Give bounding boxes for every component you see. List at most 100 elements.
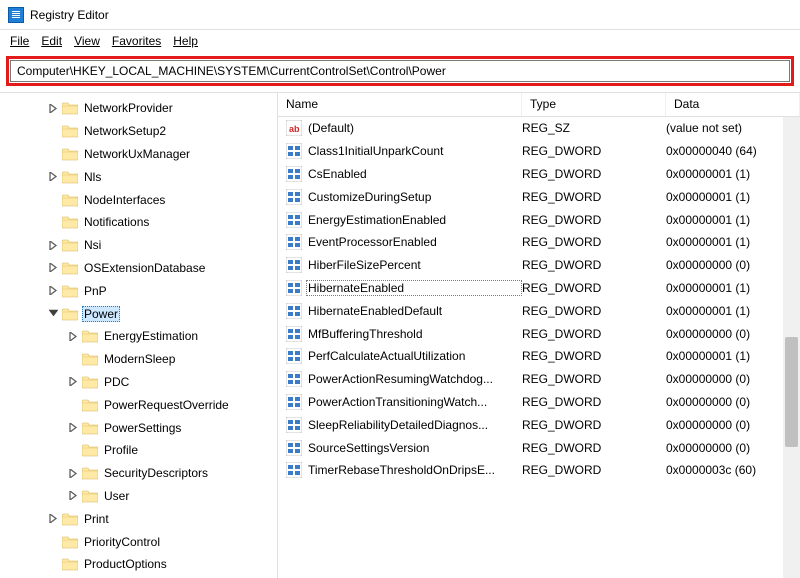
value-type: REG_DWORD: [522, 304, 666, 318]
chevron-right-icon[interactable]: [66, 332, 80, 341]
chevron-right-icon[interactable]: [46, 286, 60, 295]
tree-item[interactable]: NetworkUxManager: [0, 143, 277, 166]
tree-item[interactable]: EnergyEstimation: [0, 325, 277, 348]
folder-icon: [62, 307, 78, 321]
folder-icon: [82, 329, 98, 343]
value-row[interactable]: (Default)REG_SZ(value not set): [278, 117, 800, 140]
value-type: REG_DWORD: [522, 281, 666, 295]
chevron-down-icon[interactable]: [46, 309, 60, 318]
dword-value-icon: [286, 166, 302, 182]
value-name: PowerActionTransitioningWatch...: [306, 394, 522, 410]
chevron-right-icon[interactable]: [46, 172, 60, 181]
chevron-right-icon[interactable]: [66, 377, 80, 386]
value-row[interactable]: HiberFileSizePercentREG_DWORD0x00000000 …: [278, 254, 800, 277]
column-header-data[interactable]: Data: [666, 93, 800, 116]
value-type: REG_DWORD: [522, 395, 666, 409]
folder-icon: [62, 101, 78, 115]
tree-item[interactable]: SecurityDescriptors: [0, 462, 277, 485]
menu-favorites[interactable]: Favorites: [106, 32, 167, 50]
value-row[interactable]: CustomizeDuringSetupREG_DWORD0x00000001 …: [278, 185, 800, 208]
tree-item[interactable]: Notifications: [0, 211, 277, 234]
value-row[interactable]: HibernateEnabledDefaultREG_DWORD0x000000…: [278, 299, 800, 322]
folder-icon: [82, 443, 98, 457]
chevron-right-icon[interactable]: [46, 104, 60, 113]
chevron-right-icon[interactable]: [46, 514, 60, 523]
folder-icon: [82, 421, 98, 435]
chevron-right-icon[interactable]: [46, 263, 60, 272]
dword-value-icon: [286, 462, 302, 478]
value-list[interactable]: Name Type Data (Default)REG_SZ(value not…: [278, 93, 800, 578]
value-row[interactable]: MfBufferingThresholdREG_DWORD0x00000000 …: [278, 322, 800, 345]
tree-scrollbar[interactable]: [783, 117, 800, 578]
dword-value-icon: [286, 143, 302, 159]
value-name: SourceSettingsVersion: [306, 440, 522, 456]
tree-item[interactable]: PDC: [0, 371, 277, 394]
value-data: 0x00000000 (0): [666, 395, 750, 409]
tree-item[interactable]: PriorityControl: [0, 530, 277, 553]
tree-item[interactable]: NetworkSetup2: [0, 120, 277, 143]
folder-icon: [62, 535, 78, 549]
value-row[interactable]: CsEnabledREG_DWORD0x00000001 (1): [278, 163, 800, 186]
chevron-right-icon[interactable]: [66, 423, 80, 432]
folder-icon: [82, 466, 98, 480]
folder-icon: [82, 352, 98, 366]
value-row[interactable]: PerfCalculateActualUtilizationREG_DWORD0…: [278, 345, 800, 368]
tree-item[interactable]: Power: [0, 302, 277, 325]
tree-item-label: Nls: [82, 169, 103, 185]
tree-item[interactable]: Nsi: [0, 234, 277, 257]
tree-item-label: PowerSettings: [102, 420, 183, 436]
tree-item[interactable]: NodeInterfaces: [0, 188, 277, 211]
tree-item[interactable]: PowerSettings: [0, 416, 277, 439]
value-row[interactable]: PowerActionTransitioningWatch...REG_DWOR…: [278, 391, 800, 414]
value-data: 0x0000003c (60): [666, 463, 756, 477]
tree-item-label: Profile: [102, 442, 140, 458]
tree-item-label: User: [102, 488, 131, 504]
value-row[interactable]: PowerActionResumingWatchdog...REG_DWORD0…: [278, 368, 800, 391]
address-bar[interactable]: Computer\HKEY_LOCAL_MACHINE\SYSTEM\Curre…: [10, 60, 790, 82]
chevron-right-icon[interactable]: [66, 491, 80, 500]
dword-value-icon: [286, 303, 302, 319]
tree-item[interactable]: OSExtensionDatabase: [0, 257, 277, 280]
value-type: REG_DWORD: [522, 144, 666, 158]
value-row[interactable]: HibernateEnabledREG_DWORD0x00000001 (1): [278, 277, 800, 300]
tree-item[interactable]: Nls: [0, 165, 277, 188]
tree-item[interactable]: Profile: [0, 439, 277, 462]
tree-item-label: PnP: [82, 283, 109, 299]
menu-help[interactable]: Help: [167, 32, 204, 50]
folder-icon: [62, 557, 78, 571]
value-row[interactable]: EnergyEstimationEnabledREG_DWORD0x000000…: [278, 208, 800, 231]
value-type: REG_DWORD: [522, 349, 666, 363]
menu-bar: File Edit View Favorites Help: [0, 30, 800, 52]
tree-item[interactable]: Print: [0, 507, 277, 530]
folder-icon: [62, 512, 78, 526]
tree-item[interactable]: User: [0, 485, 277, 508]
column-header-type[interactable]: Type: [522, 93, 666, 116]
menu-edit[interactable]: Edit: [35, 32, 68, 50]
tree-item[interactable]: ModernSleep: [0, 348, 277, 371]
value-data: 0x00000000 (0): [666, 327, 750, 341]
folder-icon: [62, 124, 78, 138]
registry-tree[interactable]: NetworkProviderNetworkSetup2NetworkUxMan…: [0, 93, 278, 578]
tree-item-label: ModernSleep: [102, 351, 177, 367]
tree-item[interactable]: PnP: [0, 279, 277, 302]
value-row[interactable]: Class1InitialUnparkCountREG_DWORD0x00000…: [278, 140, 800, 163]
tree-item[interactable]: PowerRequestOverride: [0, 393, 277, 416]
value-name: HibernateEnabledDefault: [306, 303, 522, 319]
menu-view[interactable]: View: [68, 32, 106, 50]
tree-item-label: PDC: [102, 374, 131, 390]
value-row[interactable]: TimerRebaseThresholdOnDripsE...REG_DWORD…: [278, 459, 800, 482]
tree-item[interactable]: ProductOptions: [0, 553, 277, 576]
menu-file[interactable]: File: [4, 32, 35, 50]
chevron-right-icon[interactable]: [46, 241, 60, 250]
value-row[interactable]: SourceSettingsVersionREG_DWORD0x00000000…: [278, 436, 800, 459]
dword-value-icon: [286, 394, 302, 410]
value-data: (value not set): [666, 121, 742, 135]
tree-item-label: Nsi: [82, 237, 103, 253]
chevron-right-icon[interactable]: [66, 469, 80, 478]
tree-item[interactable]: NetworkProvider: [0, 97, 277, 120]
scroll-thumb[interactable]: [785, 337, 798, 447]
value-row[interactable]: SleepReliabilityDetailedDiagnos...REG_DW…: [278, 413, 800, 436]
value-data: 0x00000000 (0): [666, 441, 750, 455]
value-row[interactable]: EventProcessorEnabledREG_DWORD0x00000001…: [278, 231, 800, 254]
column-header-name[interactable]: Name: [278, 93, 522, 116]
